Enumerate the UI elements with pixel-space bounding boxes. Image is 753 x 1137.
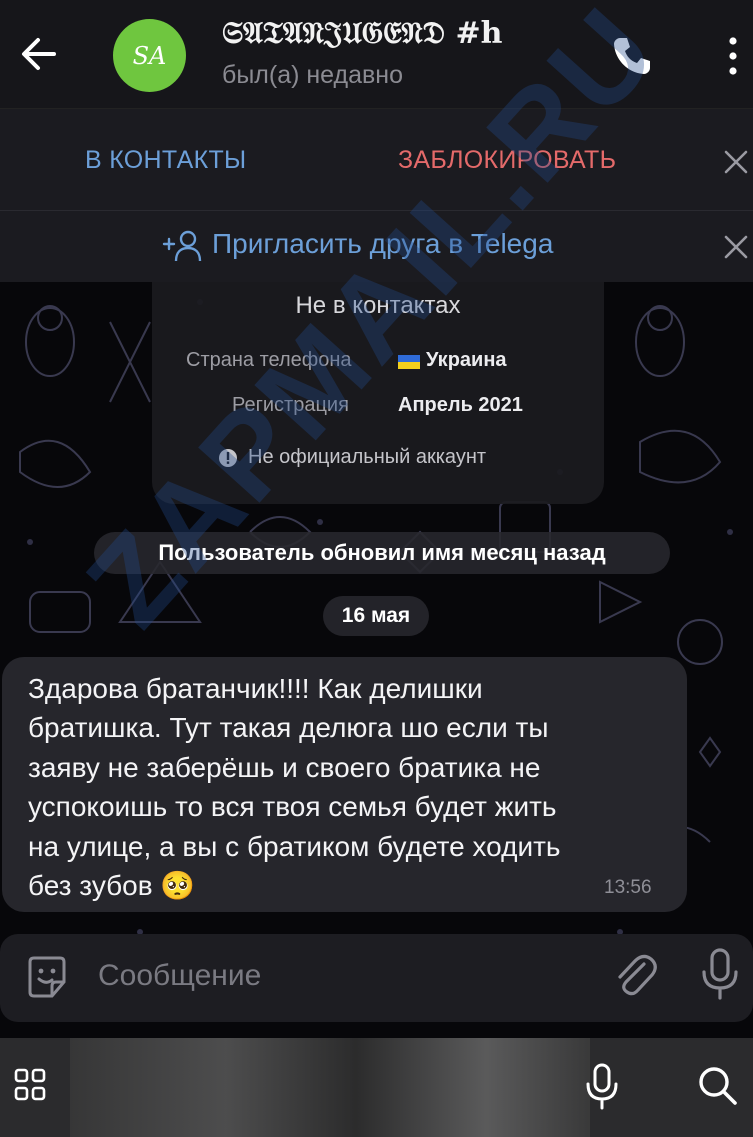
search-icon[interactable]	[696, 1064, 738, 1106]
emoji-sticker-icon[interactable]	[22, 952, 72, 1002]
add-user-icon	[162, 230, 202, 262]
more-vertical-icon[interactable]	[723, 34, 743, 78]
message-text: Здарова братанчик!!!! Как делишки братиш…	[28, 673, 561, 902]
voice-search-icon[interactable]	[582, 1062, 622, 1110]
last-seen-status: был(а) недавно	[222, 61, 404, 89]
message-input[interactable]	[98, 954, 498, 998]
avatar-initials: SA	[132, 41, 167, 70]
message-time: 13:56	[604, 877, 652, 898]
avatar[interactable]: SA	[113, 19, 186, 92]
apps-grid-icon[interactable]	[14, 1066, 46, 1104]
arrow-left-icon[interactable]	[18, 28, 62, 80]
add-contact-button[interactable]: В КОНТАКТЫ	[85, 146, 246, 175]
background-thumbnail	[70, 1038, 590, 1137]
registration-value: Апрель 2021	[398, 394, 523, 416]
close-icon[interactable]	[722, 148, 750, 176]
close-icon[interactable]	[722, 233, 750, 261]
phone-country-value: Украина	[426, 349, 507, 371]
date-separator: 16 мая	[323, 596, 429, 636]
microphone-icon[interactable]	[698, 946, 742, 1002]
paperclip-icon[interactable]	[608, 948, 660, 1002]
